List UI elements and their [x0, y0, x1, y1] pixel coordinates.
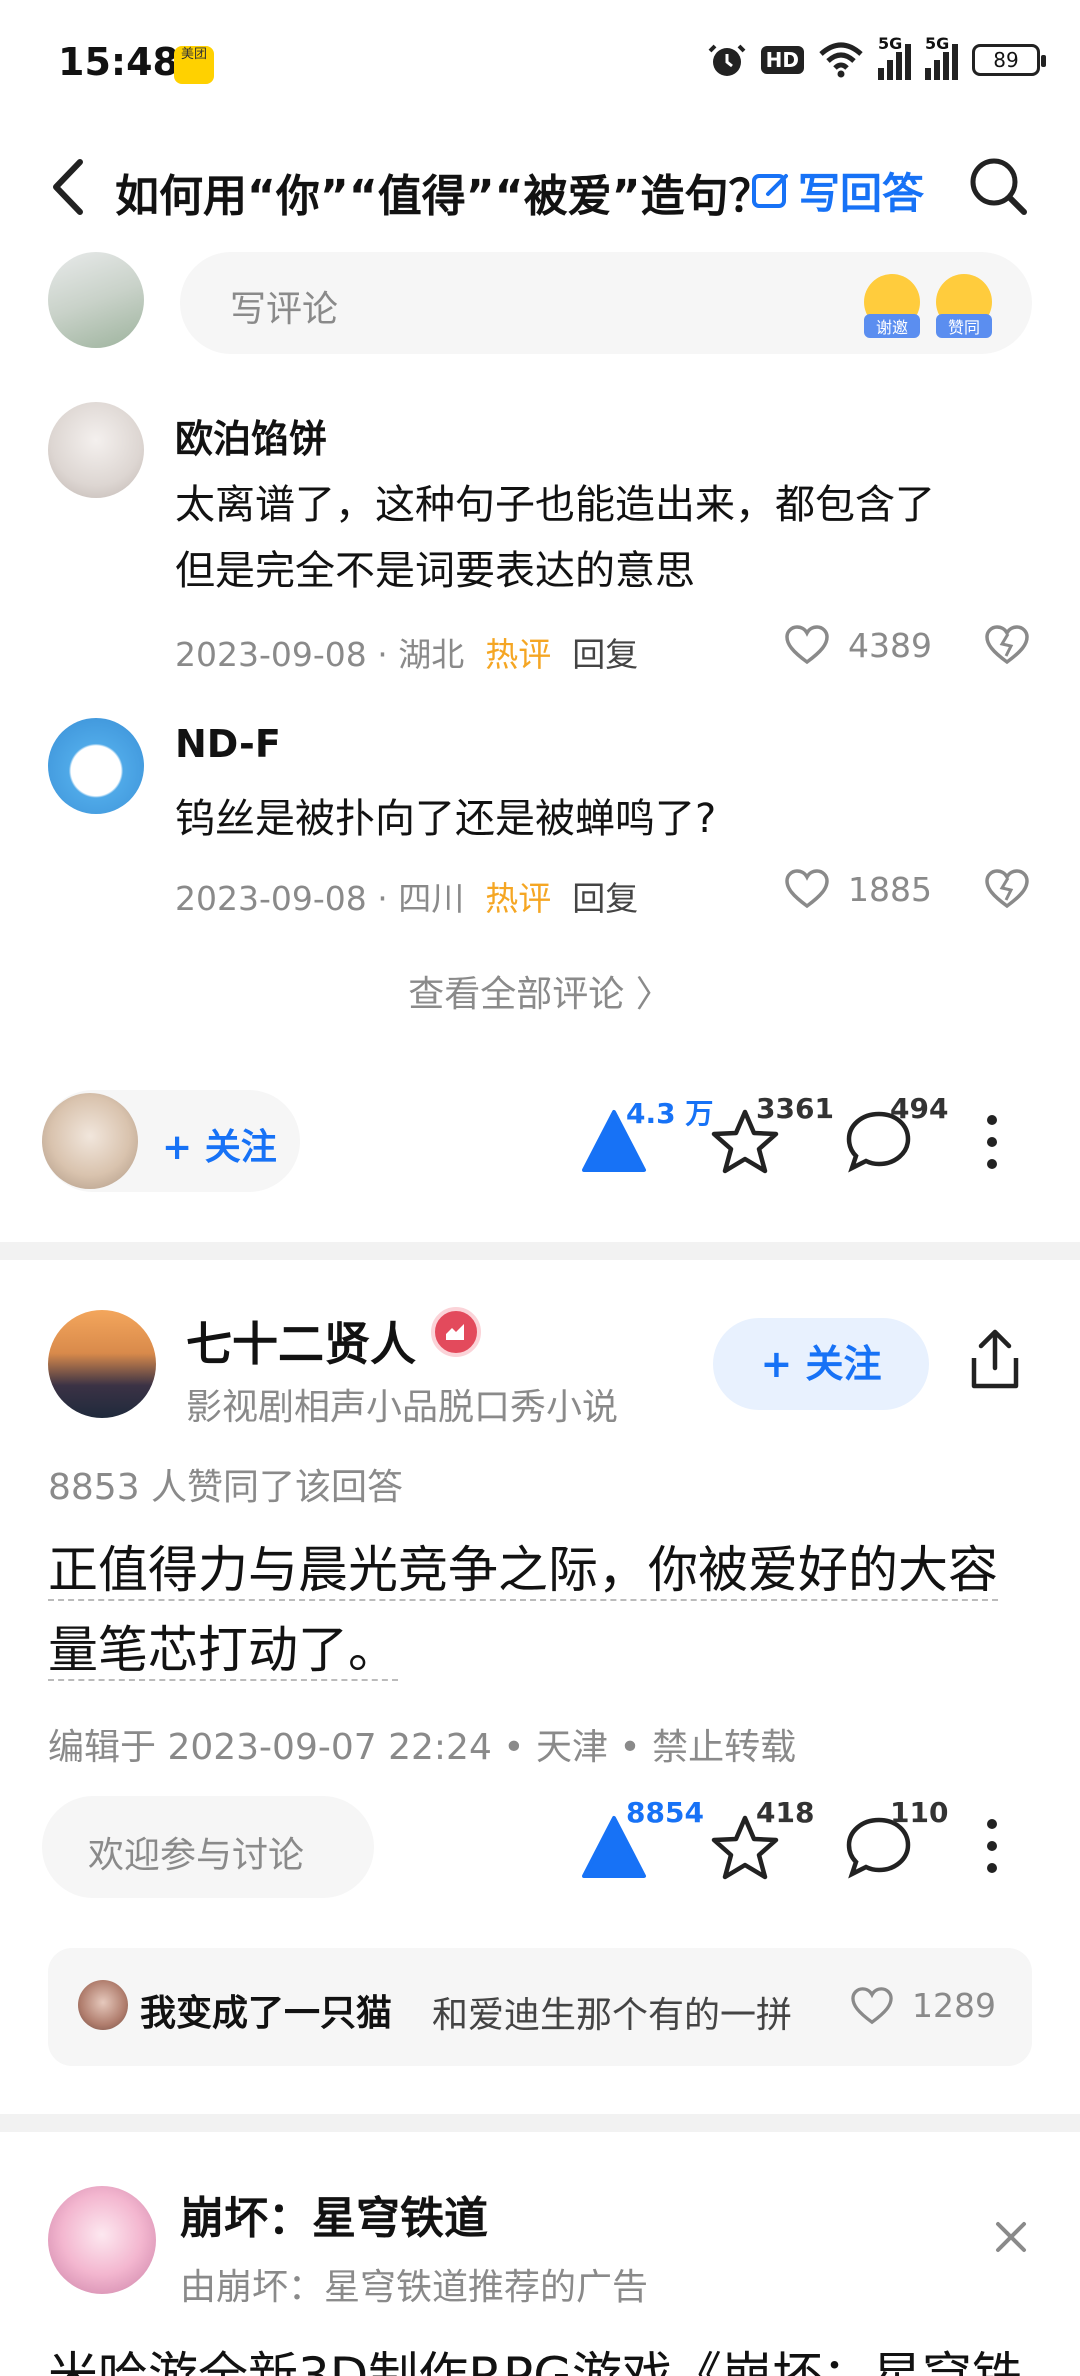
close-icon[interactable]	[990, 2216, 1032, 2258]
question-title[interactable]: 如何用“你”“值得”“被爱”造句？	[115, 160, 773, 224]
upvote-count: 8854	[626, 1796, 704, 1829]
answer-content[interactable]: 正值得力与晨光竞争之际，你被爱好的大容 量笔芯打动了。	[48, 1530, 1038, 1690]
heart-icon[interactable]	[784, 624, 830, 666]
heart-icon[interactable]	[784, 868, 830, 910]
ad-body-text[interactable]: 米哈游全新3D制作RPG游戏《崩坏：星穹铁	[48, 2336, 1022, 2376]
discuss-input[interactable]: 欢迎参与讨论	[42, 1796, 374, 1898]
comment-avatar[interactable]	[48, 402, 144, 498]
heart-icon[interactable]	[850, 1986, 894, 2026]
signal-icon-2: 5G	[925, 34, 958, 80]
edit-icon	[752, 173, 788, 208]
comment-author: 我变成了一只猫	[140, 1993, 393, 2034]
network-label-2: 5G	[925, 34, 950, 53]
favorite-count: 3361	[756, 1092, 834, 1125]
answer-text-line: 正值得力与晨光竞争之际，你被爱好的大容	[48, 1541, 998, 1601]
upvote-count: 4.3 万	[626, 1097, 714, 1130]
wifi-icon	[819, 42, 863, 78]
like-count: 1289	[912, 1986, 996, 2025]
my-avatar[interactable]	[48, 252, 144, 348]
broken-heart-icon[interactable]	[984, 624, 1030, 666]
discuss-placeholder: 欢迎参与讨论	[88, 1835, 305, 1876]
emoji-label-1: 谢邀	[864, 314, 920, 338]
comment-text: 钨丝是被扑向了还是被蝉鸣了?	[175, 796, 717, 842]
comment-author[interactable]: ND-F	[175, 722, 281, 766]
network-label: 5G	[878, 34, 903, 53]
hot-comment-preview[interactable]: 我变成了一只猫 和爱迪生那个有的一拼 1289	[48, 1948, 1032, 2066]
section-divider	[0, 1242, 1080, 1260]
author-badge-icon	[431, 1307, 481, 1357]
comment-text-line: 太离谱了，这种句子也能造出来，都包含了	[175, 482, 935, 528]
write-answer-label: 写回答	[798, 169, 925, 218]
author-avatar[interactable]	[42, 1093, 138, 1189]
comment-date-location: 2023-09-08 · 四川	[175, 879, 465, 918]
hd-icon: HD	[760, 46, 804, 74]
more-icon[interactable]	[982, 1112, 1002, 1172]
emoji-label-2: 赞同	[936, 314, 992, 338]
ad-advertiser-name[interactable]: 崩坏：星穹铁道	[180, 2182, 488, 2246]
comment-date-location: 2023-09-08 · 湖北	[175, 635, 465, 674]
follow-button[interactable]: + 关注	[713, 1318, 929, 1410]
xieyao-emoji-icon[interactable]: 谢邀	[864, 274, 920, 338]
favorite-count: 418	[756, 1796, 815, 1829]
back-arrow-icon[interactable]	[42, 152, 102, 222]
share-icon[interactable]	[964, 1326, 1026, 1392]
alarm-icon	[708, 44, 746, 76]
broken-heart-icon[interactable]	[984, 868, 1030, 910]
answer-likes-summary: 8853 人赞同了该回答	[48, 1467, 404, 1508]
signal-icon-1: 5G	[878, 34, 911, 80]
reply-button[interactable]: 回复	[572, 635, 638, 674]
status-time: 15:48	[58, 40, 179, 84]
ad-label: 由崩坏：星穹铁道推荐的广告	[180, 2267, 649, 2308]
comment-text: 太离谱了，这种句子也能造出来，都包含了 但是完全不是词要表达的意思	[175, 472, 1045, 604]
more-icon[interactable]	[982, 1816, 1002, 1876]
answer-author-name[interactable]: 七十二贤人	[186, 1308, 416, 1374]
hot-comment-badge: 热评	[485, 879, 552, 918]
search-icon[interactable]	[966, 154, 1030, 218]
answer-author-desc: 影视剧相声小品脱口秀小说	[186, 1387, 619, 1428]
status-icons: HD 5G 5G 89	[707, 34, 1046, 80]
write-comment-input[interactable]: 写评论 谢邀 赞同	[180, 252, 1032, 354]
comment-avatar	[78, 1980, 128, 2030]
section-divider	[0, 2114, 1080, 2132]
comment-text-line: 但是完全不是词要表达的意思	[175, 548, 695, 594]
comment-avatar[interactable]	[48, 718, 144, 814]
reply-button[interactable]: 回复	[572, 879, 638, 918]
like-count: 1885	[848, 870, 932, 909]
comment-count: 494	[890, 1092, 949, 1125]
author-avatar[interactable]	[48, 1310, 156, 1418]
comment-meta: 2023-09-08 · 四川 热评 回复	[175, 872, 638, 920]
top-nav: 如何用“你”“值得”“被爱”造句？ 写回答	[0, 130, 1080, 245]
view-all-comments-link[interactable]: 查看全部评论 〉	[0, 965, 1080, 1017]
follow-button[interactable]: + 关注	[162, 1118, 277, 1170]
ad-avatar[interactable]	[48, 2186, 156, 2294]
author-follow-pill[interactable]: + 关注	[42, 1090, 300, 1192]
status-bar: 15:48 美团 HD 5G 5G 89	[0, 0, 1080, 130]
answer-text-line: 量笔芯打动了。	[48, 1621, 398, 1681]
like-count: 4389	[848, 626, 932, 665]
comment-count: 110	[890, 1796, 949, 1829]
comment-author[interactable]: 欧泊馅饼	[175, 408, 327, 463]
answer-edit-info: 编辑于 2023-09-07 22:24 • 天津 • 禁止转载	[48, 1727, 797, 1768]
meituan-app-icon: 美团	[174, 46, 214, 84]
battery-indicator: 89	[972, 44, 1046, 76]
hot-comment-badge: 热评	[485, 635, 552, 674]
zantong-emoji-icon[interactable]: 赞同	[936, 274, 992, 338]
comment-text: 和爱迪生那个有的一拼	[432, 1995, 793, 2036]
comment-placeholder: 写评论	[230, 289, 339, 330]
comment-meta: 2023-09-08 · 湖北 热评 回复	[175, 628, 638, 676]
write-answer-button[interactable]: 写回答	[750, 160, 924, 221]
